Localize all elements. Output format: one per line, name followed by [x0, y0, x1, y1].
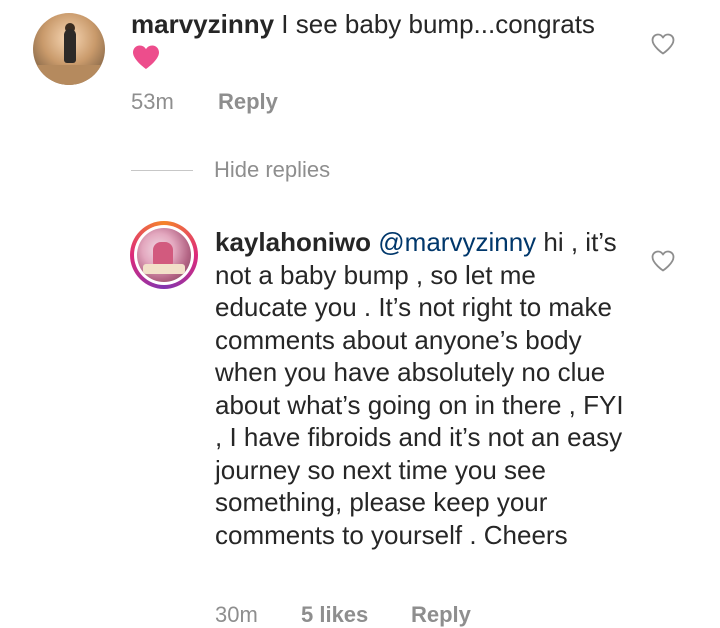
- reply-body: kaylahoniwo @marvyzinny hi , it’s not a …: [215, 226, 635, 551]
- avatar-ring-gap: [134, 225, 194, 285]
- reply-text: hi , it’s not a baby bump , so let me ed…: [215, 227, 624, 550]
- replies-toggle[interactable]: Hide replies: [131, 157, 330, 183]
- replies-divider-line: [131, 169, 193, 171]
- avatar-photo: [137, 228, 191, 282]
- avatar-photo-ground: [33, 65, 105, 85]
- heart-outline-icon[interactable]: [650, 32, 676, 56]
- hide-replies-button[interactable]: Hide replies: [214, 157, 330, 183]
- avatar-photo-table: [143, 264, 185, 274]
- comment-username[interactable]: marvyzinny: [131, 9, 274, 39]
- reply-likes-count[interactable]: 5 likes: [301, 602, 411, 628]
- avatar-photo-figure: [64, 29, 76, 63]
- avatar-marvyzinny[interactable]: [33, 13, 105, 85]
- comment-meta: 53m Reply: [131, 89, 278, 115]
- reply-time: 30m: [215, 602, 258, 627]
- comment-time: 53m: [131, 89, 174, 114]
- reply-username[interactable]: kaylahoniwo: [215, 227, 371, 257]
- comment-emoji-heart: [131, 44, 161, 75]
- heart-outline-icon[interactable]: [650, 249, 676, 273]
- heart-emoji-icon: [133, 45, 159, 69]
- reply-button[interactable]: Reply: [218, 89, 278, 115]
- reply-meta: 30m 5 likes Reply: [215, 602, 471, 628]
- reply-button[interactable]: Reply: [411, 602, 471, 628]
- avatar-kaylahoniwo[interactable]: [130, 221, 198, 289]
- comment-text: I see baby bump...congrats: [274, 9, 595, 39]
- reply-mention[interactable]: @marvyzinny: [378, 227, 536, 257]
- comment-body: marvyzinny I see baby bump...congrats: [131, 8, 651, 41]
